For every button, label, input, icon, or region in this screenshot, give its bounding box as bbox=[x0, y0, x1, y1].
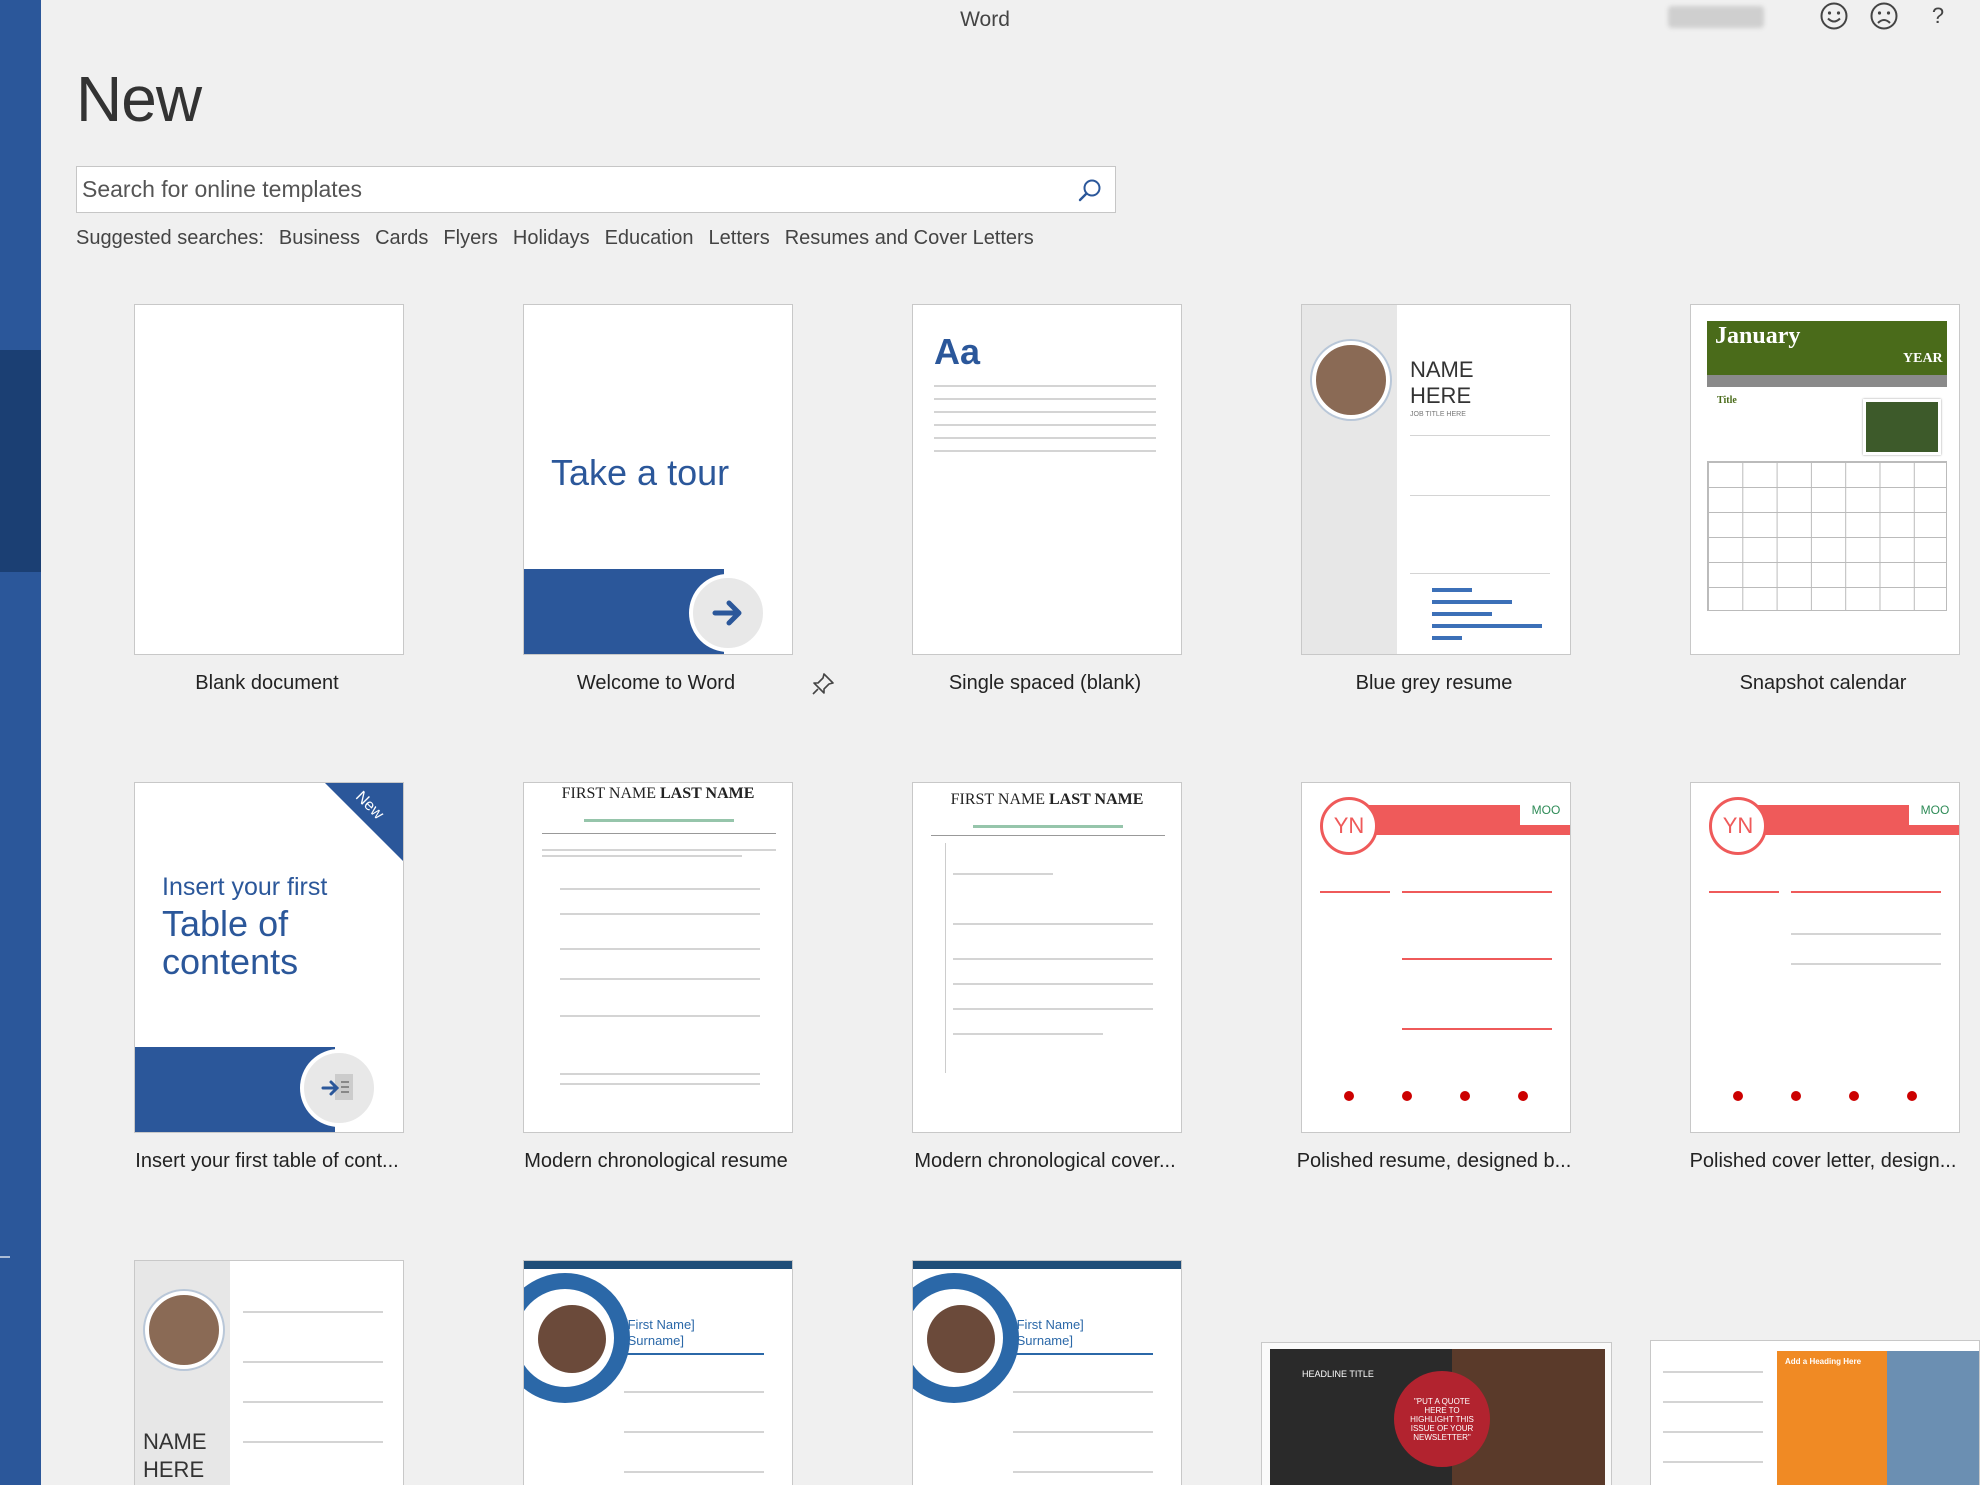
thumb-quote: "PUT A QUOTE HERE TO HIGHLIGHT THIS ISSU… bbox=[1394, 1371, 1490, 1467]
template-label: Blank document bbox=[195, 672, 339, 694]
pin-icon[interactable] bbox=[809, 670, 837, 698]
thumb-photo bbox=[1887, 1351, 1979, 1485]
avatar bbox=[538, 1305, 606, 1373]
template-label: Modern chronological resume bbox=[524, 1150, 788, 1172]
template-label: Insert your first table of cont... bbox=[135, 1150, 399, 1172]
thumb-last-name: LAST NAME bbox=[660, 785, 755, 802]
suggested-link-letters[interactable]: Letters bbox=[709, 227, 770, 250]
template-label: Welcome to Word bbox=[576, 672, 736, 694]
smile-icon[interactable] bbox=[1816, 0, 1852, 32]
template-snapshot-calendar[interactable]: January YEAR Title bbox=[1690, 304, 1960, 655]
thumb-text: Aa bbox=[934, 331, 981, 372]
template-label: Blue grey resume bbox=[1355, 672, 1513, 694]
arrow-icon bbox=[689, 574, 767, 652]
template-blank-document[interactable] bbox=[134, 304, 404, 655]
suggested-searches-label: Suggested searches: bbox=[76, 227, 264, 249]
thumb-photo bbox=[1863, 399, 1941, 455]
suggested-link-resumes[interactable]: Resumes and Cover Letters bbox=[785, 227, 1034, 250]
template-blue-cover-letter[interactable]: [First Name] [Surname] bbox=[912, 1260, 1182, 1485]
suggested-link-education[interactable]: Education bbox=[605, 227, 694, 250]
thumb-last-name: [Surname] bbox=[1013, 1333, 1073, 1348]
avatar bbox=[1312, 341, 1390, 419]
template-newsletter[interactable]: HEADLINE TITLE "PUT A QUOTE HERE TO HIGH… bbox=[1261, 1342, 1612, 1485]
template-blue-grey-resume[interactable]: NAME HERE JOB TITLE HERE bbox=[1301, 304, 1571, 655]
search-icon bbox=[1078, 179, 1101, 201]
page-title: New bbox=[76, 63, 202, 135]
thumb-text: Take a tour bbox=[551, 452, 730, 493]
help-button[interactable]: ? bbox=[1920, 0, 1956, 32]
thumb-heading: Add a Heading Here bbox=[1785, 1357, 1862, 1366]
thumb-initials: YN bbox=[1709, 797, 1767, 855]
thumb-brand: MOO bbox=[1520, 795, 1570, 825]
thumb-first-name: [First Name] bbox=[1013, 1317, 1084, 1332]
template-blue-resume[interactable]: [First Name] [Surname] bbox=[523, 1260, 793, 1485]
thumb-line: contents bbox=[162, 941, 299, 982]
search-input[interactable] bbox=[77, 167, 1065, 212]
avatar bbox=[145, 1291, 223, 1369]
template-label: Modern chronological cover... bbox=[914, 1150, 1176, 1172]
thumb-last-name: LAST NAME bbox=[1049, 791, 1144, 808]
thumb-year: YEAR bbox=[1903, 351, 1943, 366]
left-nav-selected-item[interactable] bbox=[0, 350, 41, 572]
template-single-spaced[interactable]: Aa bbox=[912, 304, 1182, 655]
search-button[interactable] bbox=[1065, 167, 1115, 212]
toc-icon bbox=[300, 1049, 378, 1127]
template-polished-resume[interactable]: YN MOO bbox=[1301, 782, 1571, 1133]
frown-icon[interactable] bbox=[1866, 0, 1902, 32]
template-blue-grey-cover-letter[interactable]: NAME HERE bbox=[134, 1260, 404, 1485]
thumb-line: Table of bbox=[162, 903, 289, 944]
thumb-last-name: [Surname] bbox=[624, 1333, 684, 1348]
thumb-first-name: FIRST NAME bbox=[561, 785, 660, 802]
user-name[interactable] bbox=[1668, 6, 1764, 28]
template-modern-chronological-resume[interactable]: FIRST NAME LAST NAME bbox=[523, 782, 793, 1133]
thumb-first-name: FIRST NAME bbox=[950, 791, 1049, 808]
suggested-link-flyers[interactable]: Flyers bbox=[443, 227, 497, 250]
thumb-name: HERE bbox=[1410, 383, 1472, 408]
thumb-title: Title bbox=[1717, 395, 1737, 406]
search-box bbox=[76, 166, 1116, 213]
thumb-name: HERE bbox=[143, 1457, 205, 1482]
template-report[interactable]: Add a Heading Here bbox=[1650, 1340, 1980, 1485]
thumb-subtitle: JOB TITLE HERE bbox=[1410, 411, 1466, 418]
thumb-name: NAME bbox=[1410, 357, 1474, 382]
suggested-searches: Suggested searches: Business Cards Flyer… bbox=[76, 227, 1049, 250]
thumb-line: Insert your first bbox=[162, 873, 328, 901]
suggested-link-cards[interactable]: Cards bbox=[375, 227, 428, 250]
thumb-initials: YN bbox=[1320, 797, 1378, 855]
thumb-name: NAME bbox=[143, 1429, 207, 1454]
template-label: Polished cover letter, design... bbox=[1689, 1150, 1957, 1172]
suggested-link-holidays[interactable]: Holidays bbox=[513, 227, 590, 250]
avatar bbox=[927, 1305, 995, 1373]
left-nav-marker bbox=[0, 1256, 10, 1258]
suggested-link-business[interactable]: Business bbox=[279, 227, 360, 250]
template-label: Polished resume, designed b... bbox=[1296, 1150, 1572, 1172]
thumb-headline: HEADLINE TITLE bbox=[1302, 1369, 1374, 1379]
template-polished-cover-letter[interactable]: YN MOO bbox=[1690, 782, 1960, 1133]
calendar-grid bbox=[1707, 461, 1947, 611]
thumb-first-name: [First Name] bbox=[624, 1317, 695, 1332]
template-modern-chronological-cover[interactable]: FIRST NAME LAST NAME bbox=[912, 782, 1182, 1133]
template-label: Single spaced (blank) bbox=[948, 672, 1142, 694]
left-nav bbox=[0, 0, 41, 1485]
thumb-month: January bbox=[1715, 323, 1801, 349]
thumb-brand: MOO bbox=[1909, 795, 1959, 825]
template-welcome-to-word[interactable]: Take a tour bbox=[523, 304, 793, 655]
template-table-of-contents[interactable]: New Insert your first Table of contents bbox=[134, 782, 404, 1133]
template-label: Snapshot calendar bbox=[1739, 672, 1907, 694]
